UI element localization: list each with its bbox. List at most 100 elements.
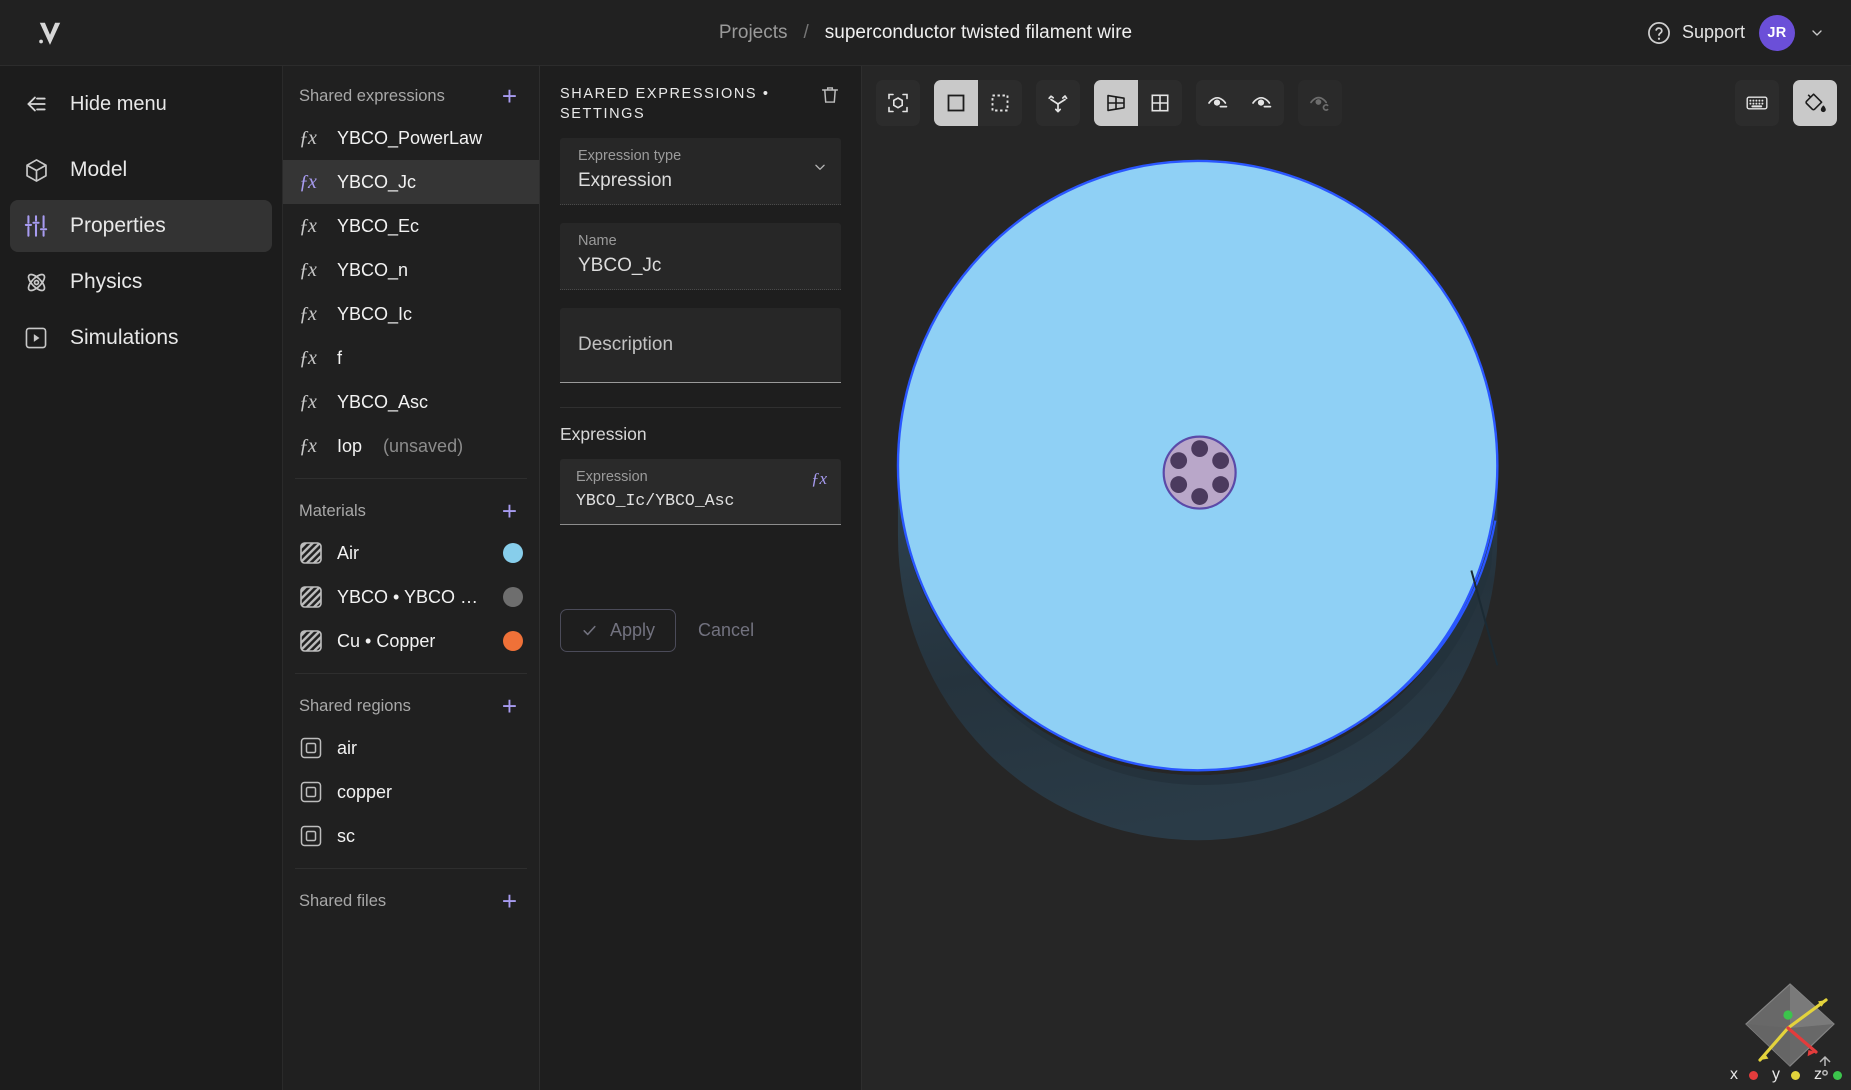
tree-item-label: Cu • Copper	[337, 630, 436, 651]
fit-to-view-button[interactable]	[876, 80, 920, 126]
region-icon	[299, 824, 323, 848]
measure-icon[interactable]	[1815, 1054, 1835, 1078]
tree-item-label: YBCO_Asc	[337, 391, 429, 412]
tree-section-shared-regions-header: Shared regions +	[283, 684, 539, 726]
apply-button[interactable]: Apply	[560, 609, 677, 652]
tree-item-iop[interactable]: ƒx Iop (unsaved)	[283, 424, 539, 468]
axis-x-dot	[1749, 1070, 1758, 1080]
tree-item-ybco-ec[interactable]: ƒx YBCO_Ec	[283, 204, 539, 248]
tree-item-ybco-powerlaw[interactable]: ƒx YBCO_PowerLaw	[283, 116, 539, 160]
perspective-view-button[interactable]	[1094, 80, 1138, 126]
tree-item-ybco-jc[interactable]: ƒx YBCO_Jc	[283, 160, 539, 204]
tree-item-ybco-asc[interactable]: ƒx YBCO_Asc	[283, 380, 539, 424]
section-title: Materials	[299, 501, 366, 520]
tree-item-label: YBCO_PowerLaw	[337, 127, 483, 148]
tree-item-label: YBCO_n	[337, 259, 409, 280]
grid-square-icon	[1151, 94, 1169, 112]
toolbar-group-fit	[876, 80, 920, 126]
sidebar-item-model[interactable]: Model	[10, 144, 272, 196]
tree-item-ybco-n[interactable]: ƒx YBCO_n	[283, 248, 539, 292]
plus-icon[interactable]: +	[502, 498, 517, 524]
settings-header: SHARED EXPRESSIONS • SETTINGS	[560, 66, 841, 138]
axes-button[interactable]	[1036, 80, 1080, 126]
atom-icon	[22, 268, 50, 296]
fx-icon: ƒx	[299, 258, 317, 281]
plus-icon[interactable]: +	[502, 888, 517, 914]
show-all-button[interactable]	[1196, 80, 1240, 126]
fx-icon: ƒx	[299, 170, 317, 193]
tree-item-material-air[interactable]: Air	[283, 531, 539, 575]
tree-item-f[interactable]: ƒx f	[283, 336, 539, 380]
tree-item-material-copper[interactable]: Cu • Copper	[283, 619, 539, 663]
chevron-down-icon[interactable]	[1809, 25, 1825, 41]
app-logo[interactable]	[0, 0, 100, 66]
check-icon	[583, 625, 596, 636]
settings-title: SHARED EXPRESSIONS • SETTINGS	[560, 86, 770, 122]
plus-icon[interactable]: +	[502, 83, 517, 109]
sidebar-item-simulations[interactable]: Simulations	[10, 312, 272, 364]
paint-bucket-icon	[1805, 93, 1826, 113]
chevron-down-icon[interactable]	[813, 160, 827, 174]
tree-item-region-air[interactable]: air	[283, 726, 539, 770]
material-color-swatch[interactable]	[503, 587, 523, 607]
description-placeholder: Description	[578, 334, 674, 355]
material-color-swatch[interactable]	[503, 543, 523, 563]
object-tree-panel[interactable]: Shared expressions + ƒx YBCO_PowerLaw ƒx…	[283, 66, 540, 1090]
sidebar-item-physics[interactable]: Physics	[10, 256, 272, 308]
tree-item-region-copper[interactable]: copper	[283, 770, 539, 814]
expression-field[interactable]: Expression ƒx YBCO_Ic/YBCO_Asc	[560, 459, 841, 525]
trash-icon[interactable]	[819, 84, 841, 106]
tree-section-shared-files-header: Shared files +	[283, 879, 539, 921]
tree-section-shared-expressions-header: Shared expressions +	[283, 74, 539, 116]
section-title: Shared regions	[299, 696, 411, 715]
hide-menu-button[interactable]: Hide menu	[10, 78, 272, 130]
breadcrumb-project-title[interactable]: superconductor twisted filament wire	[825, 22, 1132, 44]
hatch-square-icon	[299, 629, 323, 653]
orthographic-view-button[interactable]	[1138, 80, 1182, 126]
3d-viewport[interactable]: x y z	[862, 66, 1851, 1090]
tree-item-material-ybco[interactable]: YBCO • YBCO …	[283, 575, 539, 619]
tree-item-label: air	[337, 737, 358, 758]
material-color-swatch[interactable]	[503, 631, 523, 651]
tree-item-suffix: (unsaved)	[383, 435, 464, 456]
fx-icon[interactable]: ƒx	[811, 469, 827, 489]
avatar[interactable]: JR	[1759, 14, 1795, 51]
breadcrumb-separator: /	[803, 22, 809, 43]
breadcrumb-projects-link[interactable]: Projects	[719, 22, 788, 44]
keyboard-shortcuts-button[interactable]	[1735, 80, 1779, 126]
name-value: YBCO_Jc	[578, 255, 662, 276]
sidebar-item-properties[interactable]: Properties	[10, 200, 272, 252]
name-field[interactable]: Name YBCO_Jc	[560, 223, 841, 290]
support-button[interactable]: Support	[1646, 20, 1745, 46]
play-square-icon	[22, 324, 50, 352]
fx-icon: ƒx	[299, 214, 317, 237]
plus-icon[interactable]: +	[502, 693, 517, 719]
cancel-button[interactable]: Cancel	[690, 610, 762, 651]
tree-item-region-sc[interactable]: sc	[283, 814, 539, 858]
tree-divider	[295, 868, 527, 869]
settings-panel: SHARED EXPRESSIONS • SETTINGS Expression…	[540, 66, 862, 1090]
select-box-button[interactable]	[978, 80, 1022, 126]
eye-minus-icon	[1208, 96, 1228, 108]
filament	[1212, 476, 1230, 493]
name-label: Name	[578, 233, 617, 249]
toolbar-group-axes	[1036, 80, 1080, 126]
left-nav: Hide menu Model Properties Physics Simul…	[0, 66, 283, 1090]
tree-divider	[295, 478, 527, 479]
select-face-button[interactable]	[934, 80, 978, 126]
toolbar-group-select	[934, 80, 1022, 126]
section-title: Shared files	[299, 891, 387, 910]
3d-scene[interactable]	[862, 66, 1851, 1089]
expression-type-field[interactable]: Expression type Expression	[560, 138, 841, 205]
hide-all-button[interactable]	[1240, 80, 1284, 126]
clip-view-button[interactable]	[1298, 80, 1342, 126]
tree-item-ybco-ic[interactable]: ƒx YBCO_Ic	[283, 292, 539, 336]
description-field[interactable]: Description	[560, 308, 841, 383]
axes-icon	[1048, 95, 1068, 113]
toolbar-group-clip	[1298, 80, 1342, 126]
toolbar-group-visibility	[1196, 80, 1284, 126]
filament	[1170, 476, 1188, 493]
fill-color-button[interactable]	[1793, 80, 1837, 126]
region-icon	[299, 780, 323, 804]
fx-icon: ƒx	[299, 126, 317, 149]
